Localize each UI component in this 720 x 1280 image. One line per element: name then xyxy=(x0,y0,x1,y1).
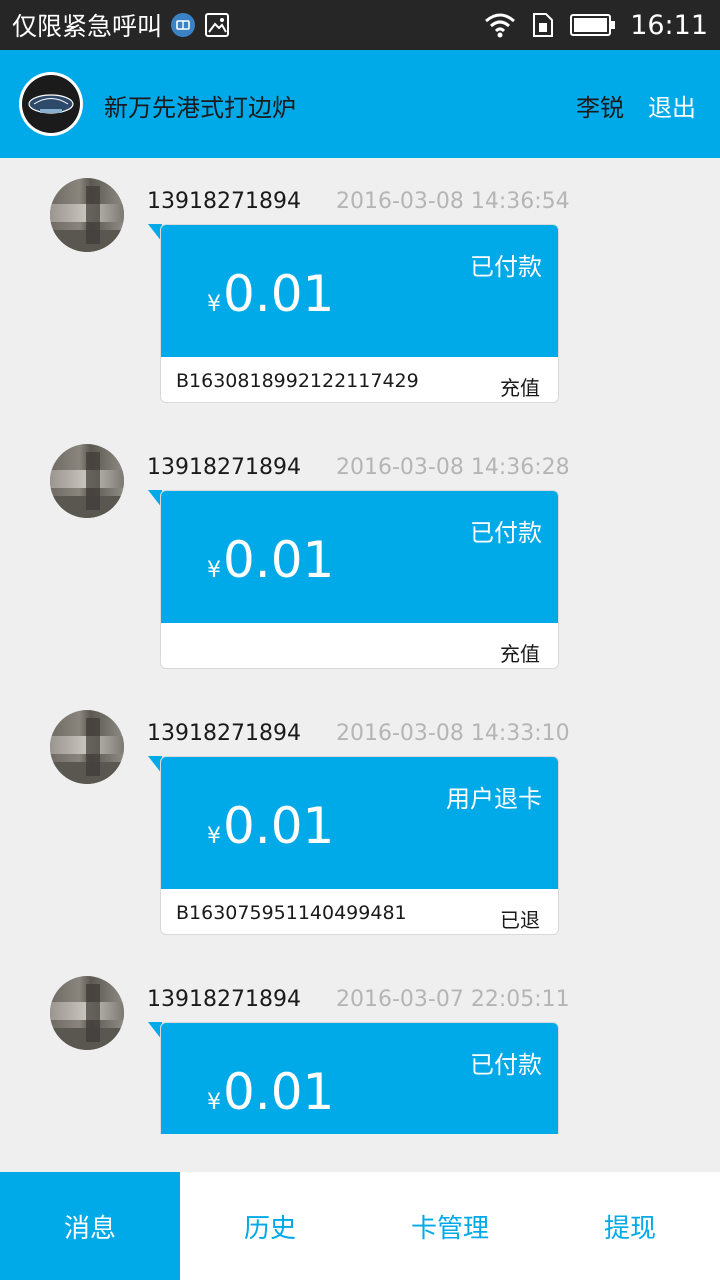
payment-status: 已付款 xyxy=(470,253,542,281)
tab-history[interactable]: 历史 xyxy=(180,1172,360,1280)
clock: 16:11 xyxy=(630,9,708,41)
amount-value: 0.01 xyxy=(223,1063,335,1121)
app-header: 新万先港式打边炉 李锐 退出 xyxy=(0,50,720,158)
transaction-type: 充值 xyxy=(500,376,540,400)
order-number: B1630818992122117429 xyxy=(176,370,419,392)
logout-button[interactable]: 退出 xyxy=(648,88,696,123)
list-item[interactable]: 13918271894 2016-03-08 14:36:54 已付款 ¥ 0.… xyxy=(0,158,720,424)
payment-status: 用户退卡 xyxy=(446,785,542,813)
message-time: 2016-03-08 14:33:10 xyxy=(336,721,570,746)
wifi-icon xyxy=(484,12,516,38)
avatar xyxy=(50,976,124,1050)
carrier-text: 仅限紧急呼叫 xyxy=(12,12,163,41)
list-item[interactable]: 13918271894 2016-03-08 14:33:10 用户退卡 ¥ 0… xyxy=(0,690,720,956)
sender-phone: 13918271894 xyxy=(147,189,301,214)
payment-card[interactable]: 已付款 ¥ 0.01 充值 xyxy=(160,490,559,669)
sender-phone: 13918271894 xyxy=(147,987,301,1012)
status-left: 仅限紧急呼叫 xyxy=(12,0,230,50)
list-item[interactable]: 13918271894 2016-03-07 22:05:11 已付款 ¥ 0.… xyxy=(0,956,720,1172)
store-logo xyxy=(19,72,83,136)
transaction-type: 充值 xyxy=(500,642,540,666)
payment-amount: ¥ 0.01 xyxy=(207,531,334,589)
avatar xyxy=(50,178,124,252)
message-time: 2016-03-08 14:36:28 xyxy=(336,455,570,480)
payment-card-header: 已付款 ¥ 0.01 xyxy=(161,491,558,623)
payment-card-header: 已付款 ¥ 0.01 xyxy=(161,1023,558,1134)
currency-symbol: ¥ xyxy=(207,1090,221,1115)
message-time: 2016-03-07 22:05:11 xyxy=(336,987,570,1012)
payment-card[interactable]: 用户退卡 ¥ 0.01 B163075951140499481 已退 xyxy=(160,756,559,935)
amount-value: 0.01 xyxy=(223,531,335,589)
payment-card[interactable]: 已付款 ¥ 0.01 B1630818992122117429 充值 xyxy=(160,224,559,403)
user-name[interactable]: 李锐 xyxy=(576,88,624,123)
transaction-type: 已退 xyxy=(500,908,540,932)
image-icon xyxy=(204,12,230,38)
payment-status: 已付款 xyxy=(470,1051,542,1079)
currency-symbol: ¥ xyxy=(207,292,221,317)
sender-phone: 13918271894 xyxy=(147,455,301,480)
bottom-nav: 消息 历史 卡管理 提现 xyxy=(0,1172,720,1280)
sender-phone: 13918271894 xyxy=(147,721,301,746)
list-item[interactable]: 13918271894 2016-03-08 14:36:28 已付款 ¥ 0.… xyxy=(0,424,720,690)
store-logo-graphic xyxy=(22,75,80,133)
payment-card-header: 已付款 ¥ 0.01 xyxy=(161,225,558,357)
status-right: 16:11 xyxy=(484,0,708,50)
order-number: B163075951140499481 xyxy=(176,902,407,924)
currency-symbol: ¥ xyxy=(207,558,221,583)
payment-card-header: 用户退卡 ¥ 0.01 xyxy=(161,757,558,889)
message-list[interactable]: 13918271894 2016-03-08 14:36:54 已付款 ¥ 0.… xyxy=(0,158,720,1172)
amount-value: 0.01 xyxy=(223,265,335,323)
status-bar: 仅限紧急呼叫 16:11 xyxy=(0,0,720,50)
amount-value: 0.01 xyxy=(223,797,335,855)
tab-card-management[interactable]: 卡管理 xyxy=(360,1172,540,1280)
currency-symbol: ¥ xyxy=(207,824,221,849)
payment-card[interactable]: 已付款 ¥ 0.01 xyxy=(160,1022,559,1134)
payment-amount: ¥ 0.01 xyxy=(207,265,334,323)
avatar xyxy=(50,444,124,518)
payment-status: 已付款 xyxy=(470,519,542,547)
battery-icon xyxy=(570,13,616,37)
avatar xyxy=(50,710,124,784)
payment-amount: ¥ 0.01 xyxy=(207,797,334,855)
tab-messages[interactable]: 消息 xyxy=(0,1172,180,1280)
message-time: 2016-03-08 14:36:54 xyxy=(336,189,570,214)
sim-icon xyxy=(530,12,556,38)
payment-amount: ¥ 0.01 xyxy=(207,1063,334,1121)
tab-withdraw[interactable]: 提现 xyxy=(540,1172,720,1280)
store-name: 新万先港式打边炉 xyxy=(104,94,296,122)
network-badge-icon xyxy=(170,12,196,38)
